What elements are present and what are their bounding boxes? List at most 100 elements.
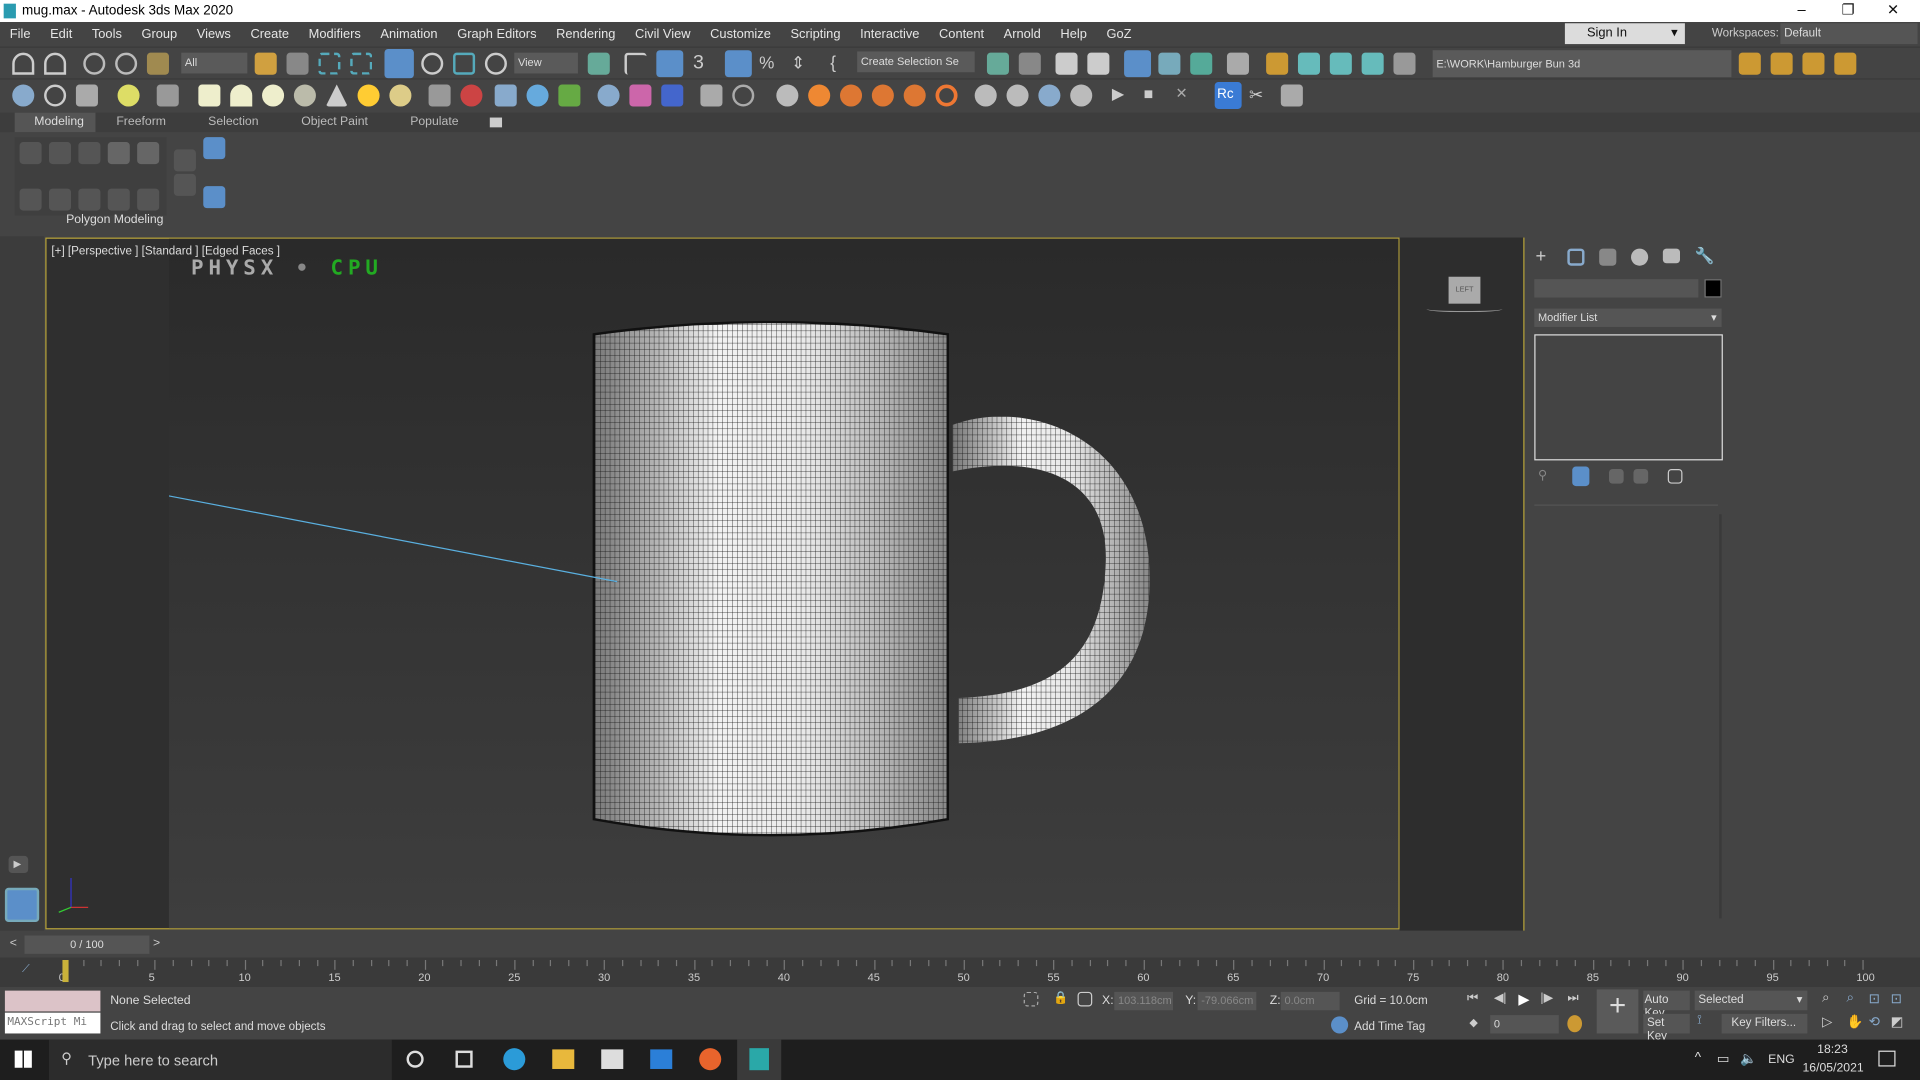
crescent-icon[interactable] <box>935 84 958 107</box>
edit-named-sel-icon[interactable]: { <box>830 53 852 75</box>
x-coordinate-field[interactable]: 103.118cm <box>1114 991 1174 1011</box>
motion-tab-icon[interactable] <box>1631 248 1649 266</box>
ribbon-tool-icon[interactable] <box>107 188 130 211</box>
isolate-selection-icon[interactable] <box>1023 991 1039 1007</box>
material-editor-icon[interactable] <box>1226 52 1249 75</box>
maxscript-listener-output[interactable] <box>4 990 101 1012</box>
plant-icon[interactable] <box>558 84 581 107</box>
cone-icon[interactable] <box>325 84 348 107</box>
close-button[interactable]: ✕ <box>1887 1 1899 18</box>
spinner-snap-icon[interactable]: ⇕ <box>791 53 813 75</box>
file-explorer-icon[interactable] <box>552 1049 575 1069</box>
tab-populate[interactable]: Populate <box>410 115 458 128</box>
layer-explorer-icon[interactable] <box>1087 52 1110 75</box>
tab-object-paint[interactable]: Object Paint <box>301 115 368 128</box>
add-time-tag-button[interactable]: Add Time Tag <box>1354 1020 1425 1033</box>
show-end-result-icon[interactable] <box>1572 466 1590 487</box>
set-keys-button[interactable]: + <box>1596 989 1639 1034</box>
ribbon-tool-icon[interactable] <box>48 188 72 211</box>
polygon-modeling-label[interactable]: Polygon Modeling <box>66 213 163 226</box>
tray-overflow-icon[interactable]: ^ <box>1695 1051 1701 1066</box>
menu-modifiers[interactable]: Modifiers <box>299 26 371 41</box>
lock-icon[interactable]: 🔒 <box>1053 992 1068 1007</box>
calendar-icon[interactable] <box>75 84 98 107</box>
select-object-icon[interactable] <box>254 52 277 75</box>
mail-icon[interactable] <box>650 1049 673 1069</box>
half-sphere-icon[interactable] <box>1038 84 1061 107</box>
tab-modeling[interactable]: Modeling <box>14 112 96 133</box>
play-render-icon[interactable]: ▶ <box>1112 84 1134 106</box>
taskbar-search[interactable]: ⚲ Type here to search <box>48 1039 392 1080</box>
open-project-icon[interactable] <box>1770 52 1793 75</box>
select-manipulate-icon[interactable] <box>624 52 647 75</box>
ribbon-tool-icon[interactable] <box>19 188 42 211</box>
ribbon-tool-icon[interactable] <box>78 188 101 211</box>
menu-views[interactable]: Views <box>187 26 241 41</box>
configure-sets-icon[interactable] <box>1667 468 1683 484</box>
field-of-view-icon[interactable]: ▷ <box>1822 1014 1832 1030</box>
toggle-ribbon-icon[interactable] <box>1124 50 1152 78</box>
tab-freeform[interactable]: Freeform <box>116 115 166 128</box>
current-frame-marker[interactable] <box>62 960 69 983</box>
ring-sphere-icon[interactable] <box>1006 84 1029 107</box>
window-crossing-icon[interactable] <box>350 52 373 75</box>
ribbon-tool-icon[interactable] <box>173 173 196 196</box>
next-frame-button[interactable]: > <box>153 937 160 950</box>
expand-layouts-icon[interactable]: ▶ <box>8 855 29 874</box>
rendered-frame-icon[interactable] <box>1297 52 1321 75</box>
menu-arnold[interactable]: Arnold <box>994 26 1051 41</box>
egg-icon[interactable] <box>389 84 412 107</box>
menu-tools[interactable]: Tools <box>82 26 132 41</box>
reference-coord-dropdown[interactable]: View <box>514 52 578 74</box>
ribbon-options-icon[interactable] <box>489 117 503 128</box>
edge-icon[interactable] <box>503 1048 526 1071</box>
absolute-mode-icon[interactable] <box>1077 991 1093 1007</box>
pivot-icon[interactable] <box>587 52 610 75</box>
display-tab-icon[interactable] <box>1662 248 1681 264</box>
utilities-tab-icon[interactable]: 🔧 <box>1695 246 1715 266</box>
time-slider-thumb[interactable]: 0 / 100 <box>24 935 150 954</box>
viewcube[interactable]: LEFT <box>1448 276 1481 304</box>
clock-time[interactable]: 18:23 <box>1817 1043 1848 1056</box>
taskbar-3dsmax[interactable] <box>737 1039 782 1080</box>
network-icon[interactable]: ▭ <box>1717 1051 1730 1067</box>
camera-icon[interactable] <box>156 84 179 107</box>
time-config-icon[interactable] <box>1567 1015 1583 1033</box>
save-project-icon[interactable] <box>1802 52 1825 75</box>
ribbon-pin-icon[interactable] <box>203 137 226 160</box>
sphere-icon[interactable] <box>262 84 285 107</box>
named-selection-dropdown[interactable]: Create Selection Se <box>857 51 975 73</box>
ribbon-tool-icon[interactable] <box>173 149 196 172</box>
workspace-dropdown[interactable]: Default <box>1780 23 1918 45</box>
modify-tab-icon[interactable] <box>1567 248 1585 266</box>
ribbon-tool-icon[interactable] <box>107 142 130 165</box>
curve-editor-mini-icon[interactable]: ⟋ <box>22 962 30 975</box>
snap-toggle-icon[interactable]: 3 <box>693 53 715 75</box>
pin-stack-icon[interactable]: ⚲ <box>1538 469 1553 484</box>
link-icon[interactable] <box>83 52 106 75</box>
maximize-viewport-icon[interactable]: ◩ <box>1891 1014 1904 1030</box>
menu-civil-view[interactable]: Civil View <box>625 26 700 41</box>
menu-rendering[interactable]: Rendering <box>546 26 625 41</box>
stop-render-icon[interactable]: ■ <box>1144 84 1166 106</box>
menu-interactive[interactable]: Interactive <box>850 26 929 41</box>
key-filters-button[interactable]: Key Filters... <box>1721 1013 1808 1034</box>
rc-icon[interactable]: Rc <box>1214 82 1242 109</box>
ribbon-pin-icon[interactable] <box>203 186 226 209</box>
clock-date[interactable]: 16/05/2021 <box>1802 1062 1863 1075</box>
viewcube-ring[interactable] <box>1426 306 1503 313</box>
pan-icon[interactable]: ✋ <box>1847 1014 1864 1030</box>
list-icon[interactable] <box>1280 84 1303 107</box>
menu-help[interactable]: Help <box>1051 26 1097 41</box>
track-bar[interactable]: ⟋ 05101520253035404550556065707580859095… <box>0 957 1920 987</box>
store-icon[interactable] <box>601 1049 624 1069</box>
render-icon[interactable] <box>1329 52 1352 75</box>
bottle-icon[interactable] <box>700 84 723 107</box>
tools-icon[interactable]: ✂ <box>1249 84 1271 106</box>
geosphere-icon[interactable] <box>293 84 316 107</box>
make-unique-icon[interactable] <box>1608 468 1624 484</box>
volume-icon[interactable]: 🔈 <box>1740 1051 1757 1067</box>
align-icon[interactable] <box>1018 52 1041 75</box>
viewport-canvas[interactable]: PHYSX • CPU <box>168 238 1399 929</box>
schematic-view-icon[interactable] <box>1190 52 1213 75</box>
